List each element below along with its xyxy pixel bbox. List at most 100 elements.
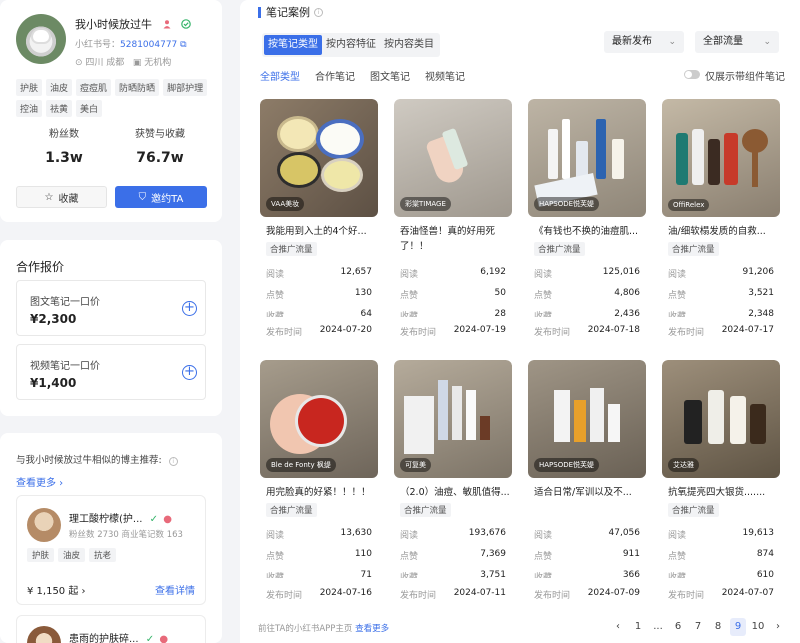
profile-tag: 祛黄 <box>46 100 73 117</box>
date-row: 发布时间 2024-07-19 <box>400 325 506 338</box>
similar-bloggers-card: 与我小时候放过牛相似的博主推荐: i 查看更多 › 理工酸柠檬(护... ✓ ●… <box>0 433 222 643</box>
note-card[interactable]: 可复美 （2.0）油痘、敏肌值得... 合推广流量 阅读 193,676 点赞 7,… <box>394 360 512 578</box>
blogger-name[interactable]: 患雨的护肤碎... ✓ ● <box>69 630 168 643</box>
collect-row: 收藏 3,751 <box>400 570 506 578</box>
note-source: HAPSODE悦芙媞 <box>534 458 600 472</box>
price-item-video-note: 视频笔记一口价 ¥1,400 + <box>16 344 206 400</box>
next-page-button[interactable]: › <box>770 618 786 636</box>
profile-location: ⊙ 四川 成都 ▣ 无机构 <box>75 58 172 68</box>
note-title[interactable]: 我能用到入土的4个好... <box>266 224 376 239</box>
like-row: 点赞 3,521 <box>668 288 774 301</box>
similar-title: 与我小时候放过牛相似的博主推荐: i <box>16 452 178 466</box>
profile-id-link[interactable]: 5281004777 <box>120 40 177 50</box>
filter-image[interactable]: 图文笔记 <box>370 68 410 83</box>
note-card[interactable]: HAPSODE悦芙媞 适合日常/军训以及不... 阅读 47,056 点赞 911 … <box>528 360 646 578</box>
page-ellipsis: ... <box>653 621 663 632</box>
note-title[interactable]: （2.0）油痘、敏肌值得... <box>400 485 510 500</box>
sort-select[interactable]: 最新发布 ⌄ <box>604 31 684 53</box>
footer-more-link[interactable]: 查看更多 <box>355 624 389 634</box>
note-image[interactable]: 艾达雅 <box>662 360 780 478</box>
blogger-card[interactable]: 患雨的护肤碎... ✓ ● <box>16 615 206 643</box>
note-card[interactable]: 彩棠TIMAGE 吞油怪兽！真的好用死了！！ 阅读 6,192 点赞 50 收藏 28 <box>394 99 512 317</box>
add-icon[interactable]: + <box>182 301 197 316</box>
date-row: 发布时间 2024-07-16 <box>266 588 372 601</box>
note-title[interactable]: 用完脸真的好紧！！！！ <box>266 485 376 500</box>
blogger-avatar[interactable] <box>27 508 61 542</box>
note-image[interactable]: VAA美妆 <box>260 99 378 217</box>
note-title[interactable]: 《有钱也不换的油痘肌... <box>534 224 644 239</box>
profile-tags: 护肤 油皮 痘痘肌 防晒防晒 脚部护理 控油 祛黄 美白 <box>16 79 216 117</box>
profile-card: 我小时候放过牛 小红书号：5281004777 ⧉ ⊙ 四川 成都 ▣ 无机构 … <box>0 0 222 222</box>
component-notes-label: 仅展示带组件笔记 <box>705 72 785 83</box>
tab-by-content-category[interactable]: 按内容类目 <box>380 35 438 55</box>
prev-page-button[interactable]: ‹ <box>610 618 626 636</box>
note-image[interactable]: HAPSODE悦芙媞 <box>528 360 646 478</box>
like-row: 点赞 130 <box>266 288 372 301</box>
info-icon[interactable]: i <box>168 457 178 466</box>
filter-all[interactable]: 全部类型 <box>260 68 300 83</box>
like-row: 点赞 4,806 <box>534 288 640 301</box>
shield-icon: ⛉ <box>138 191 147 203</box>
note-image[interactable]: 彩棠TIMAGE <box>394 99 512 217</box>
date-row: 发布时间 2024-07-17 <box>668 325 774 338</box>
avatar[interactable] <box>16 14 66 64</box>
favorite-button[interactable]: ☆ 收藏 <box>16 186 107 208</box>
blogger-name[interactable]: 理工酸柠檬(护... ✓ ● <box>69 510 172 525</box>
blogger-card[interactable]: 理工酸柠檬(护... ✓ ● 粉丝数 2730 商业笔记数 163 护肤 油皮 … <box>16 495 206 605</box>
note-image[interactable]: Ble de Fonty 枫缇 <box>260 360 378 478</box>
note-card[interactable]: VAA美妆 我能用到入土的4个好... 合推广流量 阅读 12,657 点赞 130… <box>260 99 378 317</box>
note-title[interactable]: 适合日常/军训以及不... <box>534 485 644 500</box>
page-button[interactable]: 8 <box>710 618 726 636</box>
page-button[interactable]: 10 <box>750 618 766 636</box>
traffic-select[interactable]: 全部流量 ⌄ <box>695 31 779 53</box>
note-card[interactable]: 艾达雅 抗氧提亮四大银货....... 合推广流量 阅读 19,613 点赞 874… <box>662 360 780 578</box>
note-image[interactable]: 可复美 <box>394 360 512 478</box>
invite-button[interactable]: ⛉ 邀约TA <box>115 186 207 208</box>
note-source: HAPSODE悦芙媞 <box>534 197 600 211</box>
note-tag: 合推广流量 <box>400 503 451 517</box>
note-card[interactable]: OffiRelex 油/细软榻发质的自救... 合推广流量 阅读 91,206 点… <box>662 99 780 317</box>
add-icon[interactable]: + <box>182 365 197 380</box>
gender-icon: ● <box>163 514 172 525</box>
note-title[interactable]: 吞油怪兽！真的好用死了！！ <box>400 224 510 254</box>
page-button[interactable]: 6 <box>670 618 686 636</box>
profile-id: 小红书号：5281004777 ⧉ <box>75 40 187 50</box>
read-row: 阅读 125,016 <box>534 267 640 280</box>
collect-row: 收藏 366 <box>534 570 640 578</box>
profile-tag: 痘痘肌 <box>76 79 112 96</box>
pagination: ‹ 1 ... 6 7 8 9 10 › <box>610 618 786 636</box>
component-notes-toggle[interactable] <box>684 70 700 79</box>
note-tag: 合推广流量 <box>266 503 317 517</box>
filter-cooperation[interactable]: 合作笔记 <box>315 68 355 83</box>
page-button-current[interactable]: 9 <box>730 618 746 636</box>
page-button[interactable]: 1 <box>630 618 646 636</box>
read-row: 阅读 6,192 <box>400 267 506 280</box>
like-row: 点赞 50 <box>400 288 506 301</box>
info-icon[interactable]: i <box>314 7 323 17</box>
external-link-icon[interactable]: ⧉ <box>180 40 186 50</box>
blogger-avatar[interactable] <box>27 626 61 643</box>
read-row: 阅读 193,676 <box>400 528 506 541</box>
read-row: 阅读 19,613 <box>668 528 774 541</box>
date-row: 发布时间 2024-07-07 <box>668 588 774 601</box>
filter-video[interactable]: 视频笔记 <box>425 68 465 83</box>
see-more-link[interactable]: 查看更多 › <box>16 474 63 489</box>
location-icon: ⊙ <box>75 58 83 68</box>
collect-row: 收藏 28 <box>400 309 506 317</box>
profile-tag: 防晒防晒 <box>115 79 160 96</box>
note-image[interactable]: OffiRelex <box>662 99 780 217</box>
note-card[interactable]: Ble de Fonty 枫缇 用完脸真的好紧！！！！ 合推广流量 阅读 13,6… <box>260 360 378 578</box>
profile-tag: 控油 <box>16 100 43 117</box>
page-button[interactable]: 7 <box>690 618 706 636</box>
tab-by-content-feature[interactable]: 按内容特征 <box>322 35 380 55</box>
note-title[interactable]: 油/细软榻发质的自救... <box>668 224 778 239</box>
note-card[interactable]: HAPSODE悦芙媞 《有钱也不换的油痘肌... 合推广流量 阅读 125,016… <box>528 99 646 317</box>
view-details-link[interactable]: 查看详情 <box>155 582 195 597</box>
note-source: 彩棠TIMAGE <box>400 197 451 211</box>
tab-by-note-type[interactable]: 按笔记类型 <box>264 35 322 55</box>
note-image[interactable]: HAPSODE悦芙媞 <box>528 99 646 217</box>
date-row: 发布时间 2024-07-09 <box>534 588 640 601</box>
note-title[interactable]: 抗氧提亮四大银货....... <box>668 485 778 500</box>
profile-name: 我小时候放过牛 <box>75 16 191 32</box>
like-row: 点赞 911 <box>534 549 640 562</box>
